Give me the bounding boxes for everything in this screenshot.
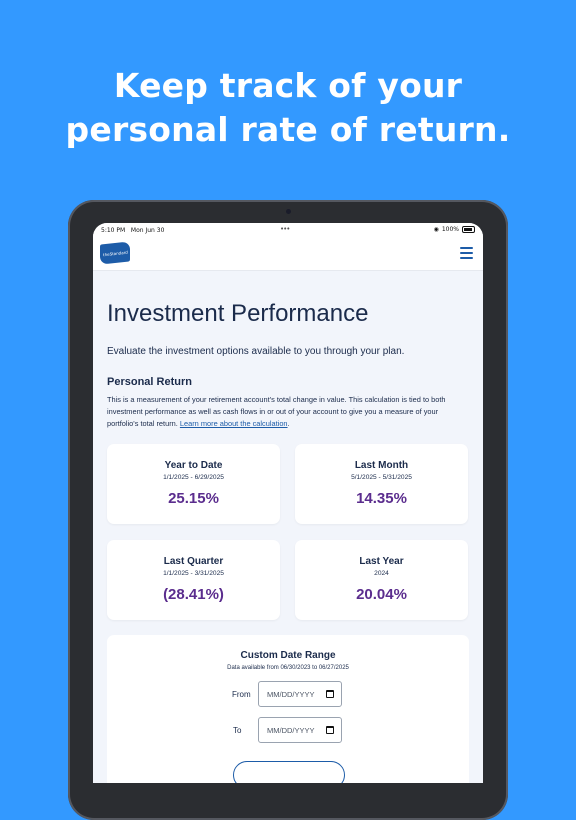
headline-line-2: personal rate of return. [65,110,511,149]
custom-range-title: Custom Date Range [240,650,336,661]
section-description: This is a measurement of your retirement… [107,395,446,428]
calendar-icon[interactable] [326,690,334,698]
battery-icon [462,226,475,233]
from-date-input[interactable]: MM/DD/YYYY [258,681,342,707]
card-value: 20.04% [356,586,407,603]
hamburger-menu-icon[interactable] [460,247,473,259]
to-label: To [233,726,242,735]
return-card-last-year: Last Year 2024 20.04% [295,540,468,620]
top-nav: theStandard [93,237,483,271]
calculate-button[interactable] [233,761,345,783]
card-range: 5/1/2025 - 5/31/2025 [351,474,412,481]
the-standard-logo[interactable]: theStandard [100,241,130,265]
custom-range-note: Data available from 06/30/2023 to 06/27/… [227,665,349,671]
multitasking-dots-icon[interactable]: ••• [280,225,290,233]
custom-date-range-card: Custom Date Range Data available from 06… [107,635,469,783]
card-title: Last Year [359,556,404,567]
return-card-ytd: Year to Date 1/1/2025 - 6/29/2025 25.15% [107,444,280,524]
status-time: 5:10 PM Mon Jun 30 [101,227,165,234]
card-value: 25.15% [168,490,219,507]
headline-line-1: Keep track of your [113,66,463,105]
learn-more-link[interactable]: Learn more about the calculation [180,419,288,428]
wifi-icon: ◉ [433,226,439,233]
logo-text: theStandard [103,249,128,258]
return-card-last-month: Last Month 5/1/2025 - 5/31/2025 14.35% [295,444,468,524]
from-date-placeholder: MM/DD/YYYY [267,690,315,699]
card-title: Last Month [354,460,409,471]
battery-percent: 100% [441,226,459,233]
page-subtitle: Evaluate the investment options availabl… [107,346,405,357]
card-title: Year to Date [164,460,223,471]
camera-icon [286,209,291,214]
status-indicators: ◉ 100% [434,226,475,233]
app-screen: 5:10 PM Mon Jun 30 ••• ◉ 100% theStandar… [93,223,483,783]
card-value: 14.35% [356,490,407,507]
marketing-headline: Keep track of your personal rate of retu… [0,64,576,152]
page-title: Investment Performance [107,300,369,327]
calendar-icon[interactable] [326,726,334,734]
card-range: 1/1/2025 - 3/31/2025 [163,570,224,577]
section-title: Personal Return [107,376,192,388]
card-range: 2024 [374,570,389,577]
card-value: (28.41%) [163,586,224,603]
to-date-placeholder: MM/DD/YYYY [267,726,315,735]
return-card-last-quarter: Last Quarter 1/1/2025 - 3/31/2025 (28.41… [107,540,280,620]
status-bar: 5:10 PM Mon Jun 30 ••• ◉ 100% [93,223,483,237]
from-label: From [232,690,251,699]
card-title: Last Quarter [163,556,224,567]
to-date-input[interactable]: MM/DD/YYYY [258,717,342,743]
card-range: 1/1/2025 - 6/29/2025 [163,474,224,481]
